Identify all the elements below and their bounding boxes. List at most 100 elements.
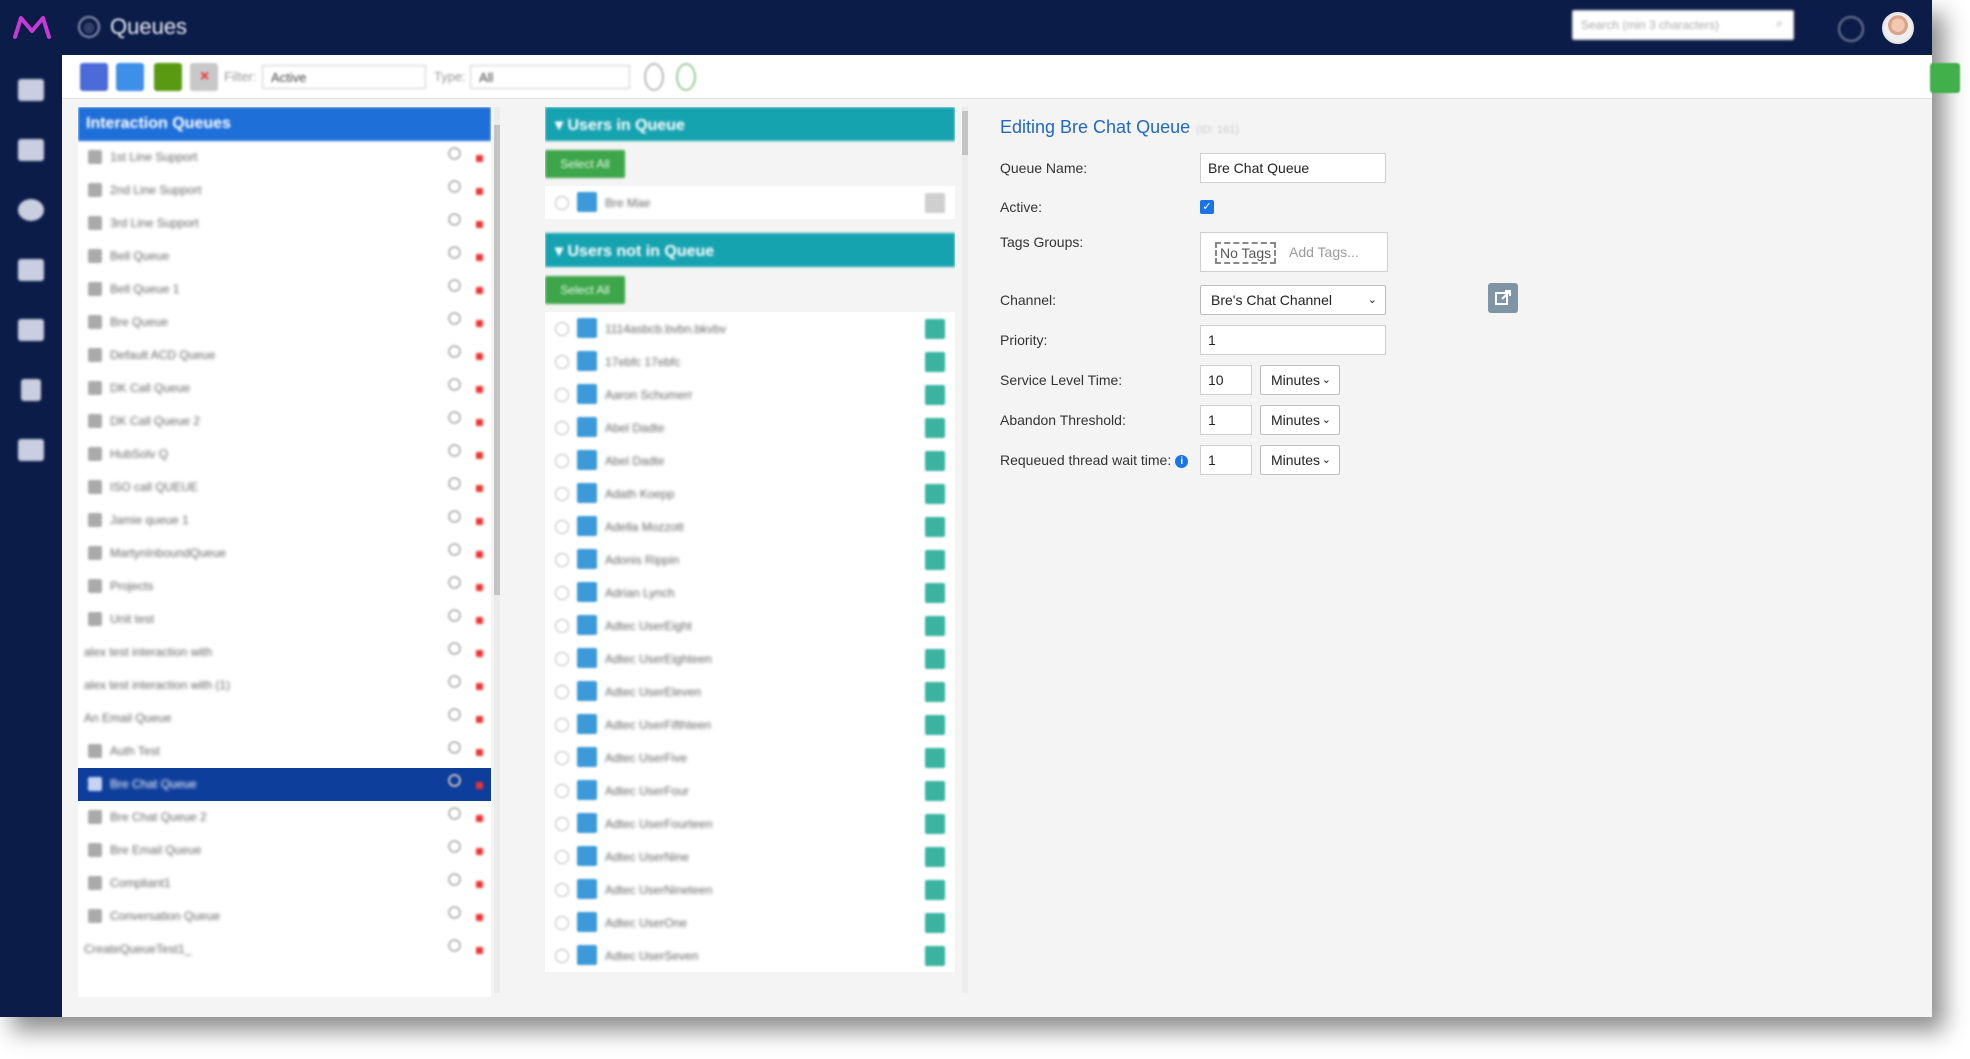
delete-icon[interactable] [476,518,483,525]
delete-icon[interactable] [476,353,483,360]
add-user-icon[interactable] [925,418,945,438]
user-list-item[interactable]: Adrian Lynch [545,576,955,609]
select-radio[interactable] [555,454,569,468]
add-user-icon[interactable] [925,847,945,867]
queues-scrollbar[interactable] [494,107,500,993]
active-checkbox[interactable]: ✓ [1200,200,1214,214]
user-list-item[interactable]: 1114asbcb.bvbn.bkvbv [545,312,955,345]
add-user-icon[interactable] [925,319,945,339]
tag-icon[interactable] [448,510,461,523]
queue-list-item[interactable]: DK Call Queue 2 [78,405,491,438]
add-user-icon[interactable] [925,682,945,702]
user-list-item[interactable]: Adtec UserNine [545,840,955,873]
users-scrollbar[interactable] [962,107,968,993]
tag-icon[interactable] [448,708,461,721]
user-list-item[interactable]: Adtec UserFifthteen [545,708,955,741]
user-list-item[interactable]: Bre Mae [545,186,955,219]
users-in-queue-header[interactable]: ▾ Users in Queue [545,107,955,141]
add-user-icon[interactable] [925,649,945,669]
settings-icon[interactable] [18,439,44,461]
queue-list-item[interactable]: ISO call QUEUE [78,471,491,504]
delete-icon[interactable] [476,386,483,393]
select-radio[interactable] [555,916,569,930]
add-user-icon[interactable] [925,616,945,636]
user-list-item[interactable]: Adtec UserSeven [545,939,955,972]
remove-user-icon[interactable] [925,193,945,213]
delete-icon[interactable] [476,452,483,459]
select-radio[interactable] [555,652,569,666]
delete-icon[interactable] [476,254,483,261]
delete-icon[interactable] [476,716,483,723]
tags-input[interactable]: No Tags Add Tags... [1200,232,1388,272]
tag-icon[interactable] [448,411,461,424]
queue-name-input[interactable]: Bre Chat Queue [1200,153,1386,183]
delete-icon[interactable] [476,188,483,195]
queue-list-item[interactable]: CreateQueueTest1_ [78,933,491,966]
document-icon[interactable] [21,379,41,401]
abandon-threshold-input[interactable]: 1 [1200,405,1252,435]
queue-list-item[interactable]: Bre Email Queue [78,834,491,867]
delete-icon[interactable] [476,848,483,855]
app-logo[interactable] [12,12,52,42]
queue-list-item[interactable]: Jamie queue 1 [78,504,491,537]
queue-list-item[interactable]: Unit test [78,603,491,636]
dashboard-icon[interactable] [18,199,44,221]
tag-icon[interactable] [448,609,461,622]
requeue-wait-unit-select[interactable]: Minutes ⌄ [1260,445,1340,475]
delete-icon[interactable] [476,551,483,558]
tag-icon[interactable] [448,741,461,754]
tag-icon[interactable] [448,477,461,490]
tag-icon[interactable] [448,147,461,160]
delete-icon[interactable] [476,155,483,162]
add-user-icon[interactable] [925,946,945,966]
delete-icon[interactable] [476,914,483,921]
user-list-item[interactable]: Adonis Rippin [545,543,955,576]
open-channel-button[interactable] [1488,283,1518,313]
tag-icon[interactable] [448,675,461,688]
select-radio[interactable] [555,883,569,897]
select-radio[interactable] [555,553,569,567]
tag-icon[interactable] [448,774,461,787]
delete-icon[interactable] [476,485,483,492]
tag-icon[interactable] [448,378,461,391]
queue-list-item[interactable]: Auth Test [78,735,491,768]
add-user-icon[interactable] [925,781,945,801]
queue-list-item[interactable]: An Email Queue [78,702,491,735]
user-list-item[interactable]: Adtec UserNineteen [545,873,955,906]
tag-icon[interactable] [448,213,461,226]
select-radio[interactable] [555,388,569,402]
search-input[interactable]: Search (min 3 characters) ⌕ [1572,10,1794,40]
tag-icon[interactable] [448,246,461,259]
delete-icon[interactable] [476,815,483,822]
sync-icon[interactable] [676,63,696,91]
select-radio[interactable] [555,520,569,534]
queue-list-item[interactable]: Conversation Queue [78,900,491,933]
tag-icon[interactable] [448,543,461,556]
contacts-icon[interactable] [18,319,44,341]
user-list-item[interactable]: Adtec UserFive [545,741,955,774]
users-not-in-queue-header[interactable]: ▾ Users not in Queue [545,233,955,267]
add-user-icon[interactable] [925,715,945,735]
user-list-item[interactable]: Adtec UserFourteen [545,807,955,840]
select-radio[interactable] [555,850,569,864]
add-user-icon[interactable] [925,814,945,834]
user-list-item[interactable]: Abel Dadte [545,411,955,444]
export-excel-button[interactable] [1930,63,1960,93]
tag-icon[interactable] [448,444,461,457]
queue-list-item[interactable]: Bell Queue 1 [78,273,491,306]
delete-icon[interactable] [476,320,483,327]
refresh-icon[interactable] [644,63,664,91]
queue-list-item[interactable]: Bre Chat Queue [78,768,491,801]
queue-list-item[interactable]: Default ACD Queue [78,339,491,372]
queue-list-item[interactable]: 2nd Line Support [78,174,491,207]
add-user-icon[interactable] [925,352,945,372]
new-document-button[interactable] [80,63,108,91]
user-list-item[interactable]: Aaron Schumerr [545,378,955,411]
add-user-icon[interactable] [925,550,945,570]
add-user-icon[interactable] [925,913,945,933]
tag-icon[interactable] [448,279,461,292]
service-level-time-input[interactable]: 10 [1200,365,1252,395]
delete-icon[interactable] [476,221,483,228]
add-user-icon[interactable] [925,451,945,471]
tag-icon[interactable] [448,345,461,358]
